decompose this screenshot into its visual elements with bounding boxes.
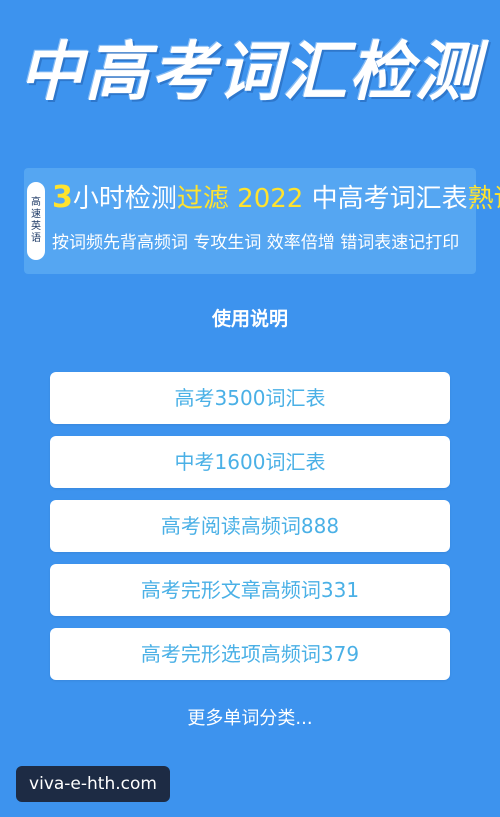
banner-title: 中高考词汇检测 bbox=[19, 35, 481, 110]
promo-filter-text: 过滤 2022 bbox=[176, 184, 304, 214]
usage-instructions-link[interactable]: 使用说明 bbox=[0, 304, 500, 334]
promo-headline: 3小时检测过滤 2022 中高考词汇表熟词 bbox=[52, 178, 500, 219]
promo-banner: 高速英语 3小时检测过滤 2022 中高考词汇表熟词 按词频先背高频词 专攻生词… bbox=[24, 168, 500, 274]
vocab-button-gaokao-3500[interactable]: 高考3500词汇表 bbox=[50, 372, 450, 424]
seal-logo: 高速英语 bbox=[27, 182, 45, 260]
promo-subline: 按词频先背高频词 专攻生词 效率倍增 错词表速记打印 bbox=[52, 233, 460, 253]
vocab-button-cloze-option-379[interactable]: 高考完形选项高频词379 bbox=[50, 628, 450, 680]
watermark: viva-e-hth.com bbox=[16, 766, 170, 802]
vocab-menu: 高考3500词汇表 中考1600词汇表 高考阅读高频词888 高考完形文章高频词… bbox=[50, 372, 450, 692]
vocab-button-reading-888[interactable]: 高考阅读高频词888 bbox=[50, 500, 450, 552]
promo-vocab-text: 中高考词汇表 bbox=[303, 184, 468, 214]
vocab-button-cloze-article-331[interactable]: 高考完形文章高频词331 bbox=[50, 564, 450, 616]
more-categories-link[interactable]: 更多单词分类... bbox=[0, 704, 500, 734]
promo-check-text: 小时检测 bbox=[72, 184, 177, 214]
promo-hours: 3 bbox=[52, 180, 73, 215]
promo-known-words: 熟词 bbox=[467, 184, 500, 214]
vocab-button-zhongkao-1600[interactable]: 中考1600词汇表 bbox=[50, 436, 450, 488]
